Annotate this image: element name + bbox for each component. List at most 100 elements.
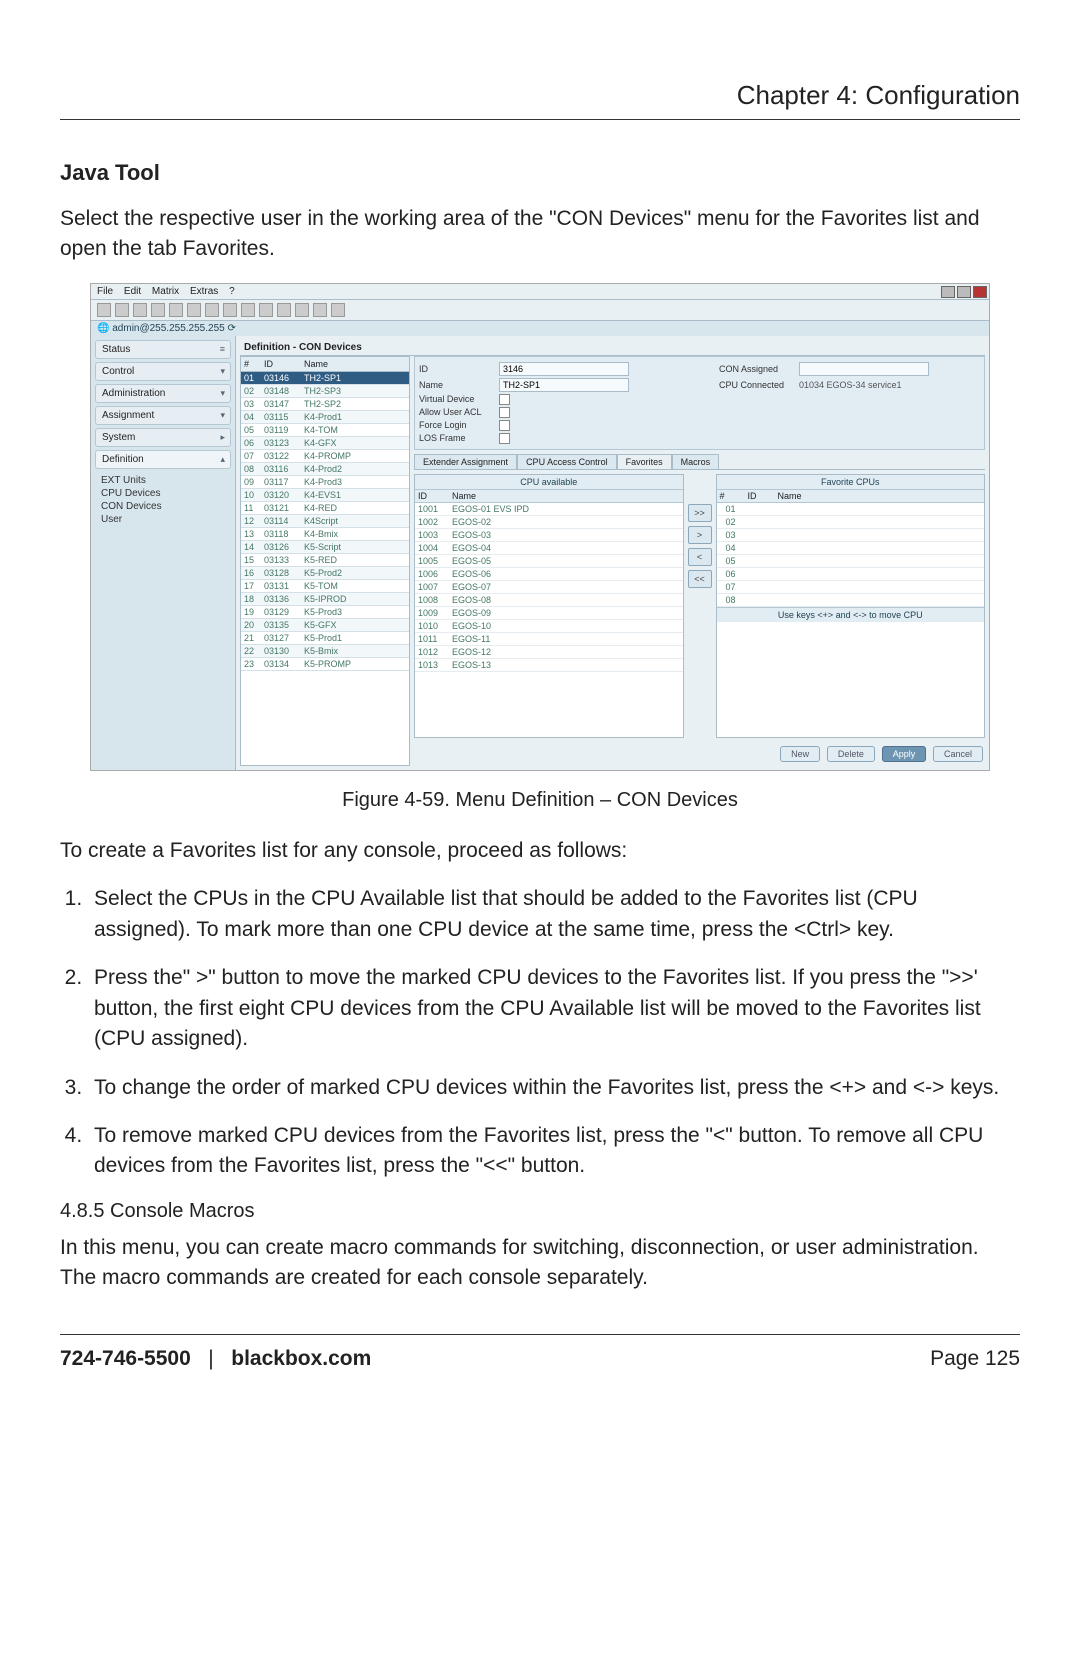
tree-ext-units[interactable]: EXT Units [101,474,231,487]
device-row[interactable]: 1403126K5-Script [241,540,409,553]
window-minimize-icon[interactable] [941,286,955,298]
device-row[interactable]: 1803136K5-IPROD [241,592,409,605]
cpu-available-row[interactable]: 1011EGOS-11 [415,632,683,645]
device-row[interactable]: 1003120K4-EVS1 [241,488,409,501]
device-row[interactable]: 2303134K5-PROMP [241,657,409,670]
cpu-available-row[interactable]: 1012EGOS-12 [415,645,683,658]
favorite-cpu-row[interactable]: 06 [717,567,985,580]
cpu-available-row[interactable]: 1003EGOS-03 [415,528,683,541]
tab-favorites[interactable]: Favorites [617,454,672,469]
device-row[interactable]: 1503133K5-RED [241,553,409,566]
cpu-available-row[interactable]: 1013EGOS-13 [415,658,683,671]
toolbar-icon[interactable] [241,303,255,317]
add-button[interactable]: > [688,526,712,544]
favorite-cpu-row[interactable]: 01 [717,502,985,515]
device-row[interactable]: 0403115K4-Prod1 [241,410,409,423]
toolbar-icon[interactable] [259,303,273,317]
menu-extras[interactable]: Extras [190,286,218,297]
toolbar-icon[interactable] [115,303,129,317]
device-row[interactable]: 0903117K4-Prod3 [241,475,409,488]
toolbar-icon[interactable] [295,303,309,317]
cancel-button[interactable]: Cancel [933,746,983,762]
cpu-available-row[interactable]: 1005EGOS-05 [415,554,683,567]
favorite-cpus-list[interactable]: Favorite CPUs # ID Name 0102030405060708… [716,474,986,738]
nav-assignment[interactable]: Assignment▾ [95,406,231,425]
nav-definition[interactable]: Definition▴ [95,450,231,469]
new-button[interactable]: New [780,746,820,762]
device-row[interactable]: 1303118K4-Bmix [241,527,409,540]
device-row[interactable]: 2103127K5-Prod1 [241,631,409,644]
input-name[interactable] [499,378,629,392]
add-all-button[interactable]: >> [688,504,712,522]
toolbar-icon[interactable] [97,303,111,317]
cpu-available-list[interactable]: CPU available ID Name 1001EGOS-01 EVS IP… [414,474,684,738]
device-row[interactable]: 2203130K5-Bmix [241,644,409,657]
nav-status[interactable]: Status≡ [95,340,231,359]
remove-all-button[interactable]: << [688,570,712,588]
device-row[interactable]: 0203148TH2-SP3 [241,384,409,397]
device-row[interactable]: 0803116K4-Prod2 [241,462,409,475]
nav-control[interactable]: Control▾ [95,362,231,381]
device-row[interactable]: 1903129K5-Prod3 [241,605,409,618]
favorite-cpu-row[interactable]: 02 [717,515,985,528]
toolbar-icon[interactable] [187,303,201,317]
device-row[interactable]: 0103146TH2-SP1 [241,371,409,384]
favorite-cpu-row[interactable]: 07 [717,580,985,593]
menu-edit[interactable]: Edit [124,286,141,297]
checkbox-virtual-device[interactable] [499,394,510,405]
tab-cpu-access-control[interactable]: CPU Access Control [517,454,617,469]
tree-user[interactable]: User [101,513,231,526]
remove-button[interactable]: < [688,548,712,566]
toolbar-icon[interactable] [313,303,327,317]
toolbar-icon[interactable] [277,303,291,317]
device-row[interactable]: 1103121K4-RED [241,501,409,514]
toolbar-icon[interactable] [331,303,345,317]
col-id[interactable]: ID [261,357,301,372]
tree-con-devices[interactable]: CON Devices [101,500,231,513]
toolbar-icon[interactable] [169,303,183,317]
toolbar-icon[interactable] [223,303,237,317]
favorite-cpu-row[interactable]: 08 [717,593,985,606]
menu-help[interactable]: ? [229,286,235,297]
nav-system[interactable]: System▸ [95,428,231,447]
device-row[interactable]: 0503119K4-TOM [241,423,409,436]
device-row[interactable]: 0703122K4-PROMP [241,449,409,462]
toolbar-icon[interactable] [151,303,165,317]
window-maximize-icon[interactable] [957,286,971,298]
cpu-available-row[interactable]: 1001EGOS-01 EVS IPD [415,502,683,515]
menu-file[interactable]: File [97,286,113,297]
cpu-available-row[interactable]: 1008EGOS-08 [415,593,683,606]
device-row[interactable]: 1703131K5-TOM [241,579,409,592]
tab-extender-assignment[interactable]: Extender Assignment [414,454,517,469]
device-row[interactable]: 0603123K4-GFX [241,436,409,449]
tab-macros[interactable]: Macros [672,454,720,469]
input-id[interactable] [499,362,629,376]
device-row[interactable]: 1203114K4Script [241,514,409,527]
toolbar-icon[interactable] [133,303,147,317]
cpu-available-row[interactable]: 1006EGOS-06 [415,567,683,580]
col-num[interactable]: # [241,357,261,372]
favorite-cpu-row[interactable]: 05 [717,554,985,567]
tree-cpu-devices[interactable]: CPU Devices [101,487,231,500]
device-list[interactable]: # ID Name 0103146TH2-SP10203148TH2-SP303… [240,356,410,766]
device-row[interactable]: 2003135K5-GFX [241,618,409,631]
nav-administration[interactable]: Administration▾ [95,384,231,403]
apply-button[interactable]: Apply [882,746,927,762]
col-name[interactable]: Name [301,357,409,372]
device-row[interactable]: 0303147TH2-SP2 [241,397,409,410]
checkbox-allow-user-acl[interactable] [499,407,510,418]
cpu-available-row[interactable]: 1010EGOS-10 [415,619,683,632]
device-row[interactable]: 1603128K5-Prod2 [241,566,409,579]
menu-matrix[interactable]: Matrix [152,286,179,297]
favorite-cpu-row[interactable]: 03 [717,528,985,541]
input-con-assigned[interactable] [799,362,929,376]
checkbox-los-frame[interactable] [499,433,510,444]
delete-button[interactable]: Delete [827,746,875,762]
cpu-available-row[interactable]: 1002EGOS-02 [415,515,683,528]
toolbar-icon[interactable] [205,303,219,317]
cpu-available-row[interactable]: 1004EGOS-04 [415,541,683,554]
cpu-available-row[interactable]: 1009EGOS-09 [415,606,683,619]
favorite-cpu-row[interactable]: 04 [717,541,985,554]
checkbox-force-login[interactable] [499,420,510,431]
window-close-icon[interactable] [973,286,987,298]
